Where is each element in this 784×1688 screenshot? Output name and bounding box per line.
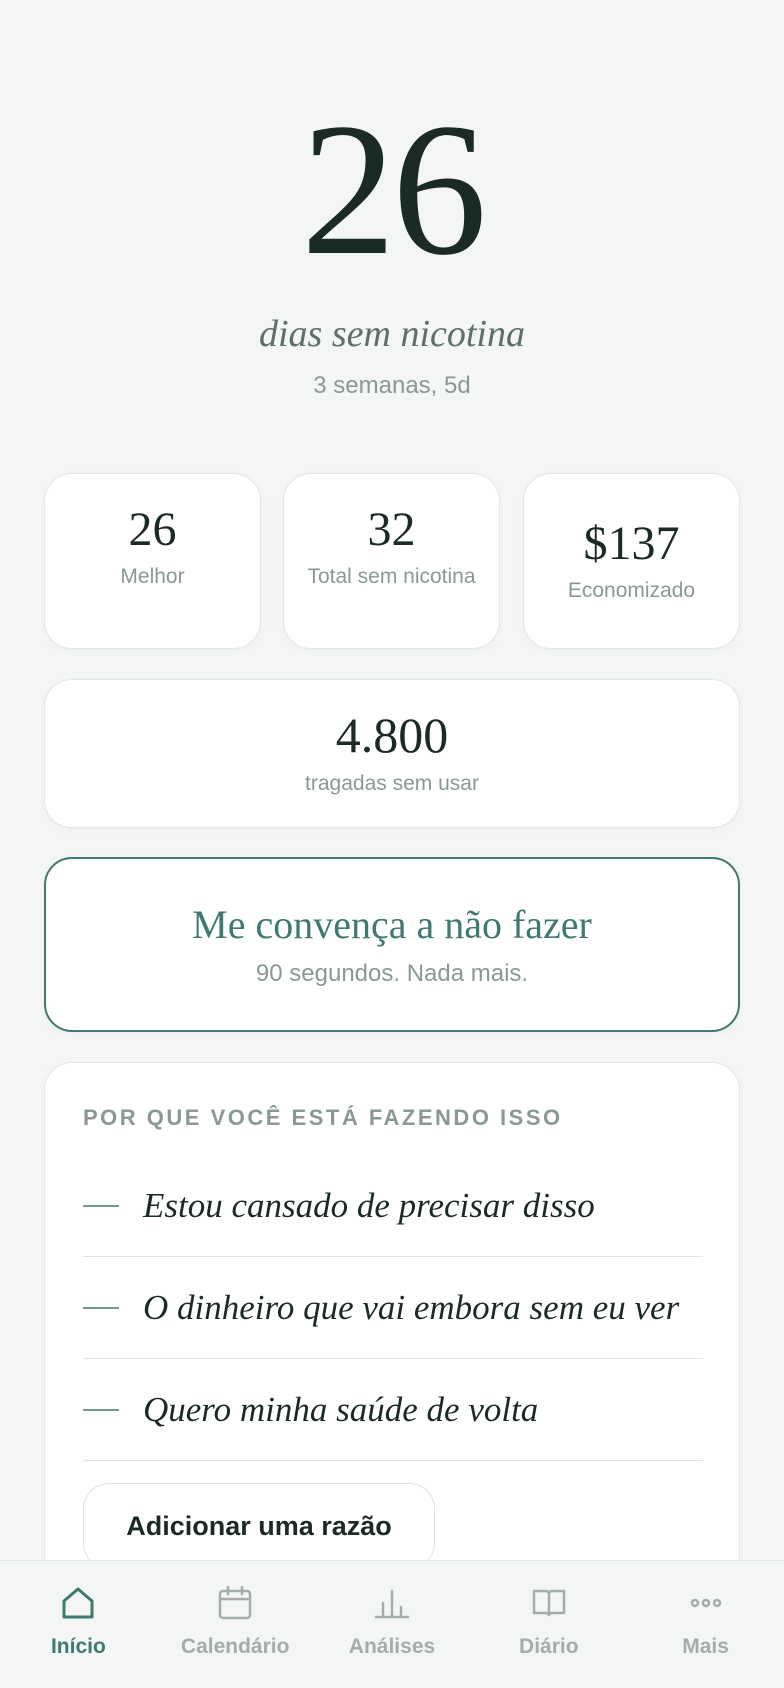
reason-text: Quero minha saúde de volta	[143, 1389, 539, 1429]
more-icon	[690, 1598, 721, 1608]
streak-days-counter: 26	[301, 85, 487, 295]
reasons-heading: POR QUE VOCÊ ESTÁ FAZENDO ISSO	[83, 1105, 563, 1130]
reason-item[interactable]: O dinheiro que vai embora sem eu ver	[83, 1257, 703, 1359]
stat-value: 32	[367, 503, 416, 556]
add-reason-button[interactable]: Adicionar uma razão	[83, 1483, 435, 1569]
stat-label: Total sem nicotina	[307, 565, 476, 588]
puffs-label: tragadas sem usar	[305, 772, 479, 795]
reason-item[interactable]: Estou cansado de precisar disso	[83, 1155, 703, 1257]
convince-me-button[interactable]: Me convença a não fazer 90 segundos. Nad…	[44, 857, 740, 1032]
nav-item-journal[interactable]: Diário	[470, 1561, 627, 1688]
stat-label: Melhor	[120, 565, 185, 588]
reason-item[interactable]: Quero minha saúde de volta	[83, 1359, 703, 1461]
streak-subtitle: dias sem nicotina	[259, 313, 525, 355]
reason-text: Estou cansado de precisar disso	[143, 1185, 595, 1225]
bar-chart-icon	[374, 1589, 410, 1619]
nav-label: Calendário	[180, 1635, 290, 1658]
home-icon	[62, 1587, 94, 1619]
nav-item-analytics[interactable]: Análises	[314, 1561, 471, 1688]
nav-item-more[interactable]: Mais	[627, 1561, 784, 1688]
dash-icon	[83, 1408, 119, 1411]
nav-label: Diário	[519, 1635, 579, 1658]
reason-list: Estou cansado de precisar disso O dinhei…	[83, 1155, 703, 1461]
stat-value: $137	[583, 517, 680, 570]
dash-icon	[83, 1306, 119, 1309]
nav-label: Análises	[348, 1635, 436, 1658]
nav-label: Mais	[682, 1635, 729, 1658]
streak-duration: 3 semanas, 5d	[313, 372, 471, 399]
dash-icon	[83, 1204, 119, 1207]
streak-hero: 26 dias sem nicotina 3 semanas, 5d	[0, 90, 784, 400]
puffs-value: 4.800	[335, 707, 449, 763]
convince-subtitle: 90 segundos. Nada mais.	[255, 960, 529, 987]
reason-text: O dinheiro que vai embora sem eu ver	[143, 1287, 680, 1327]
book-icon	[532, 1589, 566, 1617]
nav-label: Início	[50, 1635, 106, 1658]
nav-item-home[interactable]: Início	[0, 1561, 157, 1688]
calendar-icon	[218, 1585, 252, 1620]
stat-card-total: 32 Total sem nicotina	[283, 473, 500, 649]
nav-item-calendar[interactable]: Calendário	[157, 1561, 314, 1688]
bottom-nav: Início Calendário Análises Diário Mais	[0, 1560, 784, 1688]
stat-value: 26	[128, 503, 177, 556]
stat-label: Economizado	[567, 579, 696, 602]
convince-title: Me convença a não fazer	[192, 902, 592, 947]
puffs-card: 4.800 tragadas sem usar	[44, 679, 740, 828]
stat-card-best: 26 Melhor	[44, 473, 261, 649]
stat-card-saved: $137 Economizado	[523, 473, 740, 649]
